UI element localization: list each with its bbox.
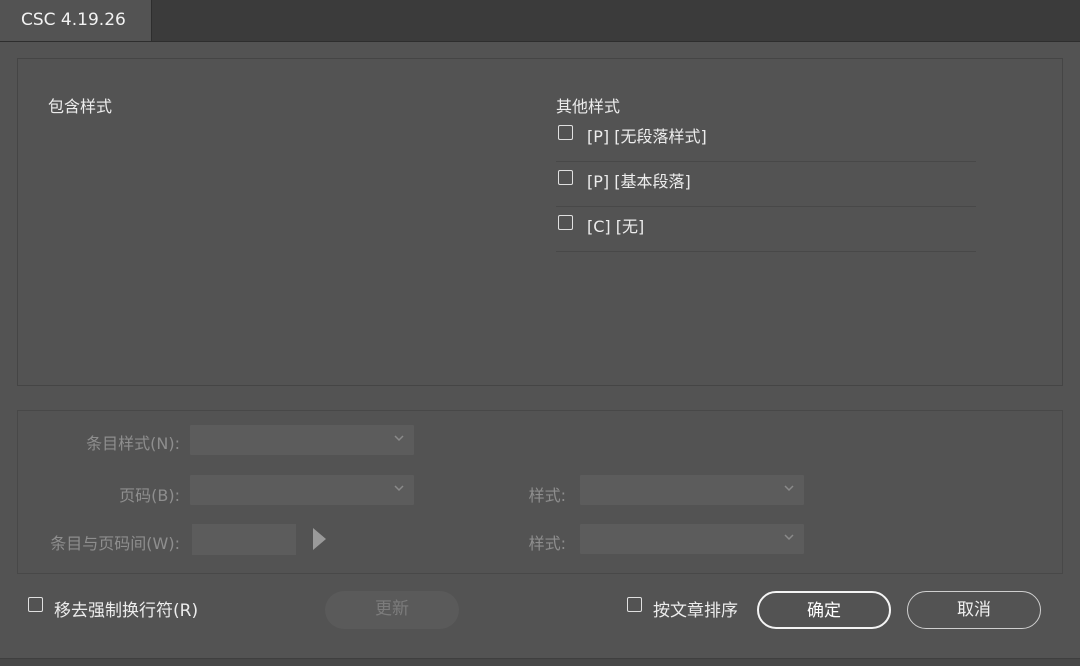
style-label-3: [C] [无]	[587, 217, 645, 236]
between-input[interactable]	[192, 524, 296, 555]
tab-csc[interactable]: CSC 4.19.26	[0, 0, 152, 41]
between-style-select[interactable]	[580, 524, 804, 554]
chevron-down-icon	[784, 534, 794, 541]
chevron-down-icon	[394, 435, 404, 442]
sort-by-story-checkbox[interactable]	[627, 597, 642, 612]
style-checkbox-3[interactable]	[558, 215, 573, 230]
cancel-button[interactable]: 取消	[907, 591, 1041, 629]
page-style-select[interactable]	[580, 475, 804, 505]
remove-breaks-label: 移去强制换行符(R)	[54, 601, 199, 621]
chevron-down-icon	[394, 485, 404, 492]
other-styles-heading: 其他样式	[556, 97, 621, 116]
remove-breaks-checkbox[interactable]	[28, 597, 43, 612]
page-number-label: 页码(B):	[119, 486, 180, 505]
separator	[556, 251, 976, 252]
separator	[556, 206, 976, 207]
entry-style-label: 条目样式(N):	[86, 434, 180, 453]
triangle-right-icon[interactable]	[313, 528, 326, 550]
separator	[556, 161, 976, 162]
style-label-1: [P] [无段落样式]	[587, 127, 707, 146]
between-label: 条目与页码间(W):	[50, 534, 180, 553]
page-style-label: 样式:	[528, 486, 566, 505]
style-checkbox-1[interactable]	[558, 125, 573, 140]
chevron-down-icon	[784, 485, 794, 492]
styles-panel	[17, 58, 1063, 386]
tab-bar: CSC 4.19.26	[0, 0, 1080, 42]
update-button[interactable]: 更新	[325, 591, 459, 629]
sort-by-story-label: 按文章排序	[653, 601, 738, 621]
page-number-select[interactable]	[190, 475, 414, 505]
style-label-2: [P] [基本段落]	[587, 172, 691, 191]
between-style-label: 样式:	[528, 534, 566, 553]
ok-button[interactable]: 确定	[757, 591, 891, 629]
style-checkbox-2[interactable]	[558, 170, 573, 185]
included-styles-heading: 包含样式	[48, 97, 113, 116]
entry-style-select[interactable]	[190, 425, 414, 455]
